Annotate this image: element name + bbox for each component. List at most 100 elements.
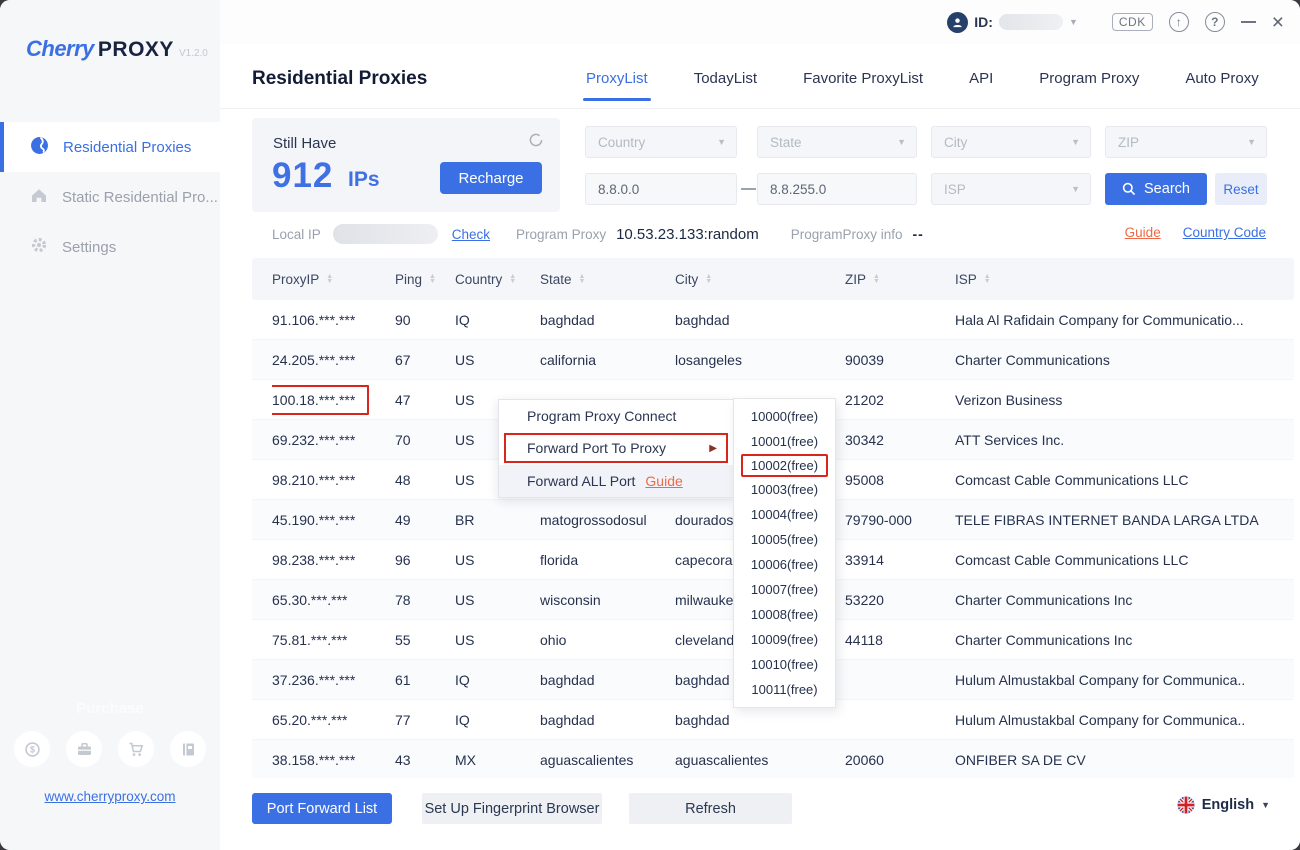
language-label: English <box>1202 797 1254 813</box>
cell-city: losangeles <box>675 352 845 368</box>
recharge-button[interactable]: Recharge <box>440 162 542 194</box>
close-button[interactable]: × <box>1272 12 1284 33</box>
briefcase-icon[interactable] <box>66 731 102 767</box>
column-header-proxyip[interactable]: ProxyIP▲▼ <box>272 272 395 287</box>
cell-zip: 33914 <box>845 552 955 568</box>
language-selector[interactable]: English ▼ <box>1177 796 1270 814</box>
country-code-link[interactable]: Country Code <box>1183 225 1266 240</box>
sort-icon[interactable]: ▲▼ <box>429 274 436 285</box>
port-option-10002[interactable]: 10002(free) <box>741 454 828 477</box>
purchase-icons: $ <box>0 731 220 767</box>
local-ip-label: Local IP <box>272 227 321 242</box>
port-option-10008[interactable]: 10008(free) <box>734 602 835 627</box>
zip-select[interactable]: ZIP▼ <box>1105 126 1267 158</box>
chevron-down-icon: ▼ <box>1261 800 1270 810</box>
ip-range-end-input[interactable]: 8.8.255.0 <box>757 173 917 205</box>
guide-link[interactable]: Guide <box>645 473 682 489</box>
table-row[interactable]: 38.158.***.***43MXaguascalientesaguascal… <box>252 740 1294 780</box>
cell-zip: 90039 <box>845 352 955 368</box>
column-header-ping[interactable]: Ping▲▼ <box>395 272 455 287</box>
port-option-10011[interactable]: 10011(free) <box>734 677 835 702</box>
cell-ping: 49 <box>395 512 455 528</box>
port-option-10001[interactable]: 10001(free) <box>734 429 835 454</box>
cell-city: aguascalientes <box>675 752 845 768</box>
chevron-down-icon[interactable]: ▼ <box>1069 17 1078 27</box>
menu-item-forward-port-to-proxy[interactable]: Forward Port To Proxy ▶ <box>504 433 728 463</box>
website-link[interactable]: www.cherryproxy.com <box>44 789 175 804</box>
cell-ping: 70 <box>395 432 455 448</box>
table-row[interactable]: 91.106.***.***90IQbaghdadbaghdadHala Al … <box>252 300 1294 340</box>
minimize-button[interactable] <box>1241 21 1256 23</box>
cell-isp: Comcast Cable Communications LLC <box>955 552 1294 568</box>
tab-favorite-proxylist[interactable]: Favorite ProxyList <box>803 70 923 101</box>
menu-item-forward-all-port[interactable]: Forward ALL Port Guide <box>499 465 733 497</box>
sort-icon[interactable]: ▲▼ <box>579 274 586 285</box>
search-button[interactable]: Search <box>1105 173 1207 205</box>
cell-ping: 61 <box>395 672 455 688</box>
isp-select[interactable]: ISP▼ <box>931 173 1091 205</box>
city-select[interactable]: City▼ <box>931 126 1091 158</box>
port-option-10007[interactable]: 10007(free) <box>734 577 835 602</box>
sidebar-item-residential-proxies[interactable]: Residential Proxies <box>0 122 220 172</box>
guide-link[interactable]: Guide <box>1125 225 1161 240</box>
column-header-zip[interactable]: ZIP▲▼ <box>845 272 955 287</box>
sort-icon[interactable]: ▲▼ <box>705 274 712 285</box>
tab-api[interactable]: API <box>969 70 993 101</box>
table-row[interactable]: 24.205.***.***67UScalifornialosangeles90… <box>252 340 1294 380</box>
sidebar-item-static-residential-pro[interactable]: Static Residential Pro... <box>0 172 220 222</box>
tab-program-proxy[interactable]: Program Proxy <box>1039 70 1139 101</box>
tab-todaylist[interactable]: TodayList <box>694 70 757 101</box>
column-header-isp[interactable]: ISP▲▼ <box>955 272 1294 287</box>
account-id[interactable]: ID: ▼ <box>947 12 1078 33</box>
column-header-state[interactable]: State▲▼ <box>540 272 675 287</box>
cell-proxyip: 98.238.***.*** <box>272 552 395 568</box>
port-option-10000[interactable]: 10000(free) <box>734 404 835 429</box>
submenu-arrow-icon: ▶ <box>709 443 717 454</box>
port-option-10003[interactable]: 10003(free) <box>734 477 835 502</box>
port-option-10010[interactable]: 10010(free) <box>734 652 835 677</box>
tab-auto-proxy[interactable]: Auto Proxy <box>1185 70 1258 101</box>
cell-ping: 96 <box>395 552 455 568</box>
sort-icon[interactable]: ▲▼ <box>873 274 880 285</box>
cell-proxyip: 24.205.***.*** <box>272 352 395 368</box>
column-header-city[interactable]: City▲▼ <box>675 272 845 287</box>
logo-cherry: Cherry <box>26 36 94 61</box>
ip-range-dash: — <box>741 180 756 197</box>
ledger-icon[interactable] <box>170 731 206 767</box>
refresh-balance-icon[interactable] <box>528 132 544 153</box>
fingerprint-browser-button[interactable]: Set Up Fingerprint Browser <box>422 793 602 824</box>
refresh-button[interactable]: Refresh <box>629 793 792 824</box>
sidebar-item-settings[interactable]: Settings <box>0 222 220 272</box>
gear-icon <box>30 236 48 258</box>
port-option-10009[interactable]: 10009(free) <box>734 627 835 652</box>
avatar <box>947 12 968 33</box>
port-option-10004[interactable]: 10004(free) <box>734 502 835 527</box>
cdk-button[interactable]: CDK <box>1112 13 1153 31</box>
globe-icon <box>30 136 49 159</box>
reset-button[interactable]: Reset <box>1215 173 1267 205</box>
port-forward-list-button[interactable]: Port Forward List <box>252 793 392 824</box>
cell-country: US <box>455 592 540 608</box>
cell-zip: 21202 <box>845 392 955 408</box>
sort-icon[interactable]: ▲▼ <box>326 274 333 285</box>
sidebar-item-label: Settings <box>62 239 116 256</box>
tab-proxylist[interactable]: ProxyList <box>586 70 648 101</box>
upgrade-icon[interactable]: ↑ <box>1169 12 1189 32</box>
balance-card: Still Have 912 IPs Recharge <box>252 118 560 212</box>
cell-isp: Hulum Almustakbal Company for Communica.… <box>955 672 1294 688</box>
sort-icon[interactable]: ▲▼ <box>984 274 991 285</box>
column-header-country[interactable]: Country▲▼ <box>455 272 540 287</box>
port-option-10005[interactable]: 10005(free) <box>734 527 835 552</box>
cart-icon[interactable] <box>118 731 154 767</box>
corner-links: Guide Country Code <box>1125 225 1266 240</box>
cell-zip: 30342 <box>845 432 955 448</box>
country-select[interactable]: Country▼ <box>585 126 737 158</box>
check-link[interactable]: Check <box>452 227 490 242</box>
menu-item-program-proxy-connect[interactable]: Program Proxy Connect <box>499 400 733 431</box>
state-select[interactable]: State▼ <box>757 126 917 158</box>
help-icon[interactable]: ? <box>1205 12 1225 32</box>
ip-range-start-input[interactable]: 8.8.0.0 <box>585 173 737 205</box>
money-back-icon[interactable]: $ <box>14 731 50 767</box>
sort-icon[interactable]: ▲▼ <box>509 274 516 285</box>
port-option-10006[interactable]: 10006(free) <box>734 552 835 577</box>
